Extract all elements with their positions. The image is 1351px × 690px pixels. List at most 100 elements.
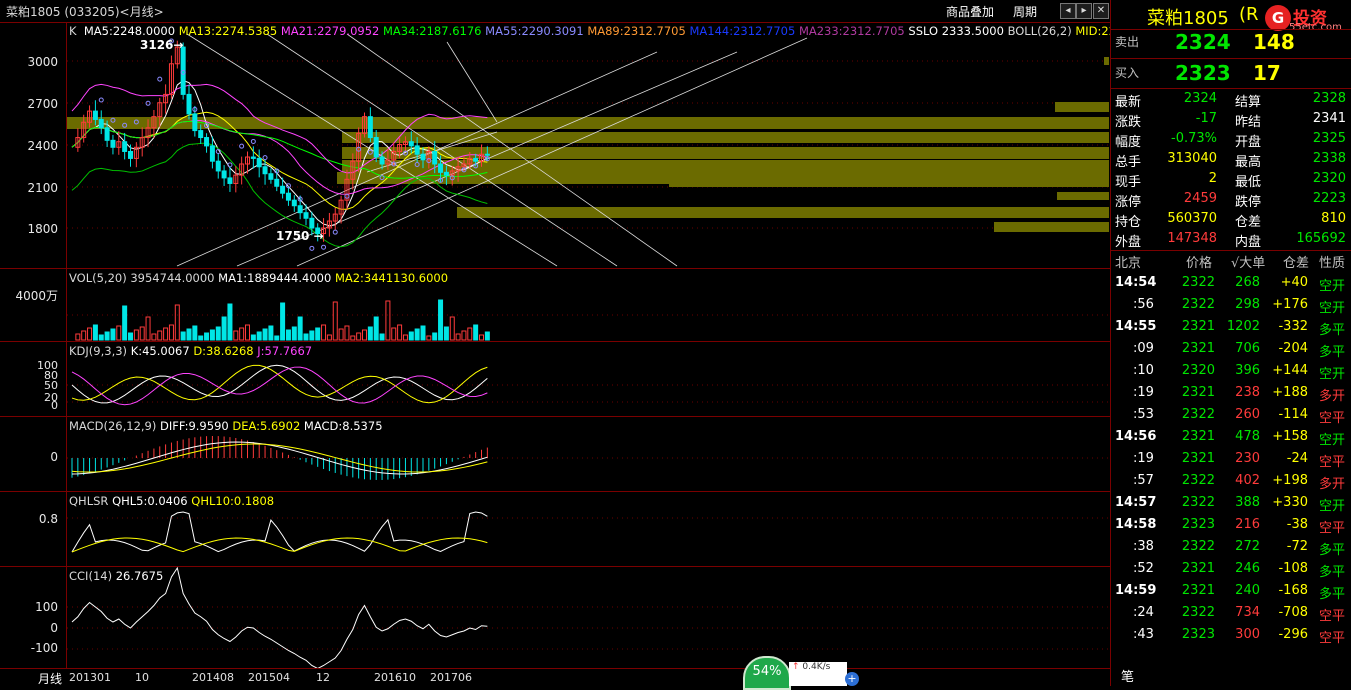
overlay-menu[interactable]: 商品叠加 bbox=[946, 3, 994, 20]
close-icon[interactable]: ✕ bbox=[1093, 3, 1109, 19]
ma144-value: MA144:2312.7705 bbox=[689, 24, 796, 38]
percent-text: 54% bbox=[752, 664, 782, 679]
volume-bar bbox=[157, 330, 163, 341]
net-speed-widget: ↑ 0.4K/s bbox=[789, 662, 847, 686]
volume-bar bbox=[87, 327, 93, 341]
tick-time: :53 bbox=[1133, 407, 1154, 422]
tick-row[interactable]: :19 2321 230 -24 空平 bbox=[1111, 448, 1351, 470]
kdj-y-tick: 0 bbox=[51, 399, 58, 412]
volume-bar bbox=[268, 325, 274, 341]
volume-bar bbox=[397, 324, 403, 341]
period-label: 月线 bbox=[38, 672, 63, 686]
tick-row[interactable]: :24 2322 734 -708 空平 bbox=[1111, 602, 1351, 624]
tick-time: :10 bbox=[1133, 363, 1154, 378]
tick-time: :56 bbox=[1133, 297, 1154, 312]
candle-body bbox=[250, 156, 256, 159]
kdj-line bbox=[71, 364, 488, 404]
next-arrow-icon[interactable]: ▸ bbox=[1076, 3, 1092, 19]
quote-value: 810 bbox=[1321, 211, 1346, 226]
tick-row[interactable]: 14:58 2323 216 -38 空平 bbox=[1111, 514, 1351, 536]
quote-label: 持仓 bbox=[1115, 215, 1142, 230]
volume-bars bbox=[75, 299, 490, 341]
candle-body bbox=[443, 171, 449, 176]
tick-row[interactable]: :53 2322 260 -114 空平 bbox=[1111, 404, 1351, 426]
volume-bar bbox=[139, 326, 145, 341]
candle-body bbox=[110, 139, 116, 148]
candle-body bbox=[484, 153, 490, 156]
prev-arrow-icon[interactable]: ◂ bbox=[1060, 3, 1076, 19]
macd-diff: DIFF:9.9590 bbox=[160, 419, 229, 433]
quote-label: 仓差 bbox=[1235, 215, 1262, 230]
tick-row[interactable]: 14:56 2321 478 +158 空开 bbox=[1111, 426, 1351, 448]
candle-body bbox=[128, 150, 133, 159]
volume-bar bbox=[408, 331, 414, 341]
quote-label: 最低 bbox=[1235, 175, 1262, 190]
quote-value: 2324 bbox=[1183, 91, 1217, 106]
volume-bar bbox=[467, 327, 473, 341]
volume-bar bbox=[239, 327, 245, 341]
tick-row[interactable]: :10 2320 396 +144 空开 bbox=[1111, 360, 1351, 382]
plus-icon[interactable]: + bbox=[845, 672, 859, 686]
volume-bar bbox=[274, 335, 280, 341]
volume-bar bbox=[98, 334, 104, 341]
qhl5-line bbox=[71, 511, 488, 553]
candle-body bbox=[274, 178, 280, 187]
volume-bar bbox=[128, 332, 133, 341]
quote-value: 2223 bbox=[1312, 191, 1346, 206]
tick-oi-diff: -72 bbox=[1286, 539, 1308, 554]
volume-bar bbox=[280, 302, 286, 341]
candle-body bbox=[373, 137, 379, 158]
sar-dot bbox=[157, 76, 163, 82]
volume-bar bbox=[151, 333, 157, 341]
x-tick: 201610 bbox=[374, 671, 416, 684]
qhlsr-label: QHLSR bbox=[69, 494, 109, 508]
tick-volume: 388 bbox=[1235, 495, 1260, 510]
tick-volume: 268 bbox=[1235, 275, 1260, 290]
network-percent-badge[interactable]: 54% bbox=[743, 656, 791, 690]
tick-row[interactable]: :38 2322 272 -72 多平 bbox=[1111, 536, 1351, 558]
k-label: K bbox=[69, 24, 77, 38]
period-menu[interactable]: 周期 bbox=[1013, 3, 1037, 20]
tick-row[interactable]: 14:55 2321 1202 -332 多平 bbox=[1111, 316, 1351, 338]
volume-bar bbox=[315, 327, 321, 341]
tick-volume: 260 bbox=[1235, 407, 1260, 422]
tick-volume: 246 bbox=[1235, 561, 1260, 576]
qhl10-value: QHL10:0.1808 bbox=[191, 494, 275, 508]
volume-profile-bar bbox=[1055, 102, 1109, 112]
volume-profile-bar bbox=[457, 207, 1109, 218]
tick-oi-diff: -24 bbox=[1286, 451, 1308, 466]
kdj-lines bbox=[71, 364, 488, 406]
tick-row[interactable]: :57 2322 402 +198 多开 bbox=[1111, 470, 1351, 492]
tick-row[interactable]: :19 2321 238 +188 多开 bbox=[1111, 382, 1351, 404]
tick-volume: 216 bbox=[1235, 517, 1260, 532]
tick-row[interactable]: :43 2323 300 -296 空平 bbox=[1111, 624, 1351, 646]
volume-bar bbox=[215, 326, 221, 341]
volume-bar bbox=[250, 334, 256, 341]
tick-header-big-order[interactable]: √大单 bbox=[1231, 252, 1265, 271]
volume-bar bbox=[332, 301, 338, 341]
y-tick: 3000 bbox=[27, 55, 58, 69]
tick-volume: 300 bbox=[1235, 627, 1260, 642]
volume-profile-bar bbox=[1057, 192, 1109, 200]
volume-bar bbox=[104, 331, 110, 341]
quote-panel: 菜粕1805 (R G 投资 55etc.com 卖出 2324 148 买入 … bbox=[1110, 0, 1351, 686]
tab-ticks[interactable]: 笔 bbox=[1121, 666, 1134, 685]
tick-row[interactable]: 14:57 2322 388 +330 空开 bbox=[1111, 492, 1351, 514]
candle-body bbox=[204, 137, 210, 147]
candle-body bbox=[379, 156, 385, 165]
tick-time: :09 bbox=[1133, 341, 1154, 356]
tick-row[interactable]: :56 2322 298 +176 空开 bbox=[1111, 294, 1351, 316]
chart-title: 菜粕1805 (033205)<月线> bbox=[6, 5, 164, 19]
sar-dot bbox=[262, 155, 268, 161]
volume-bar bbox=[221, 316, 227, 341]
tick-row[interactable]: :09 2321 706 -204 多平 bbox=[1111, 338, 1351, 360]
sar-dot bbox=[145, 100, 151, 106]
qhlsr-lines bbox=[71, 511, 488, 553]
volume-bar bbox=[326, 334, 332, 341]
tick-time: 14:57 bbox=[1115, 495, 1157, 510]
tick-row[interactable]: :52 2321 246 -108 多平 bbox=[1111, 558, 1351, 580]
sslo-value: SSLO 2333.5000 bbox=[908, 24, 1004, 38]
macd-header: MACD(26,12,9) DIFF:9.9590 DEA:5.6902 MAC… bbox=[69, 419, 383, 433]
tick-row[interactable]: 14:54 2322 268 +40 空开 bbox=[1111, 272, 1351, 294]
tick-row[interactable]: 14:59 2321 240 -168 多平 bbox=[1111, 580, 1351, 602]
